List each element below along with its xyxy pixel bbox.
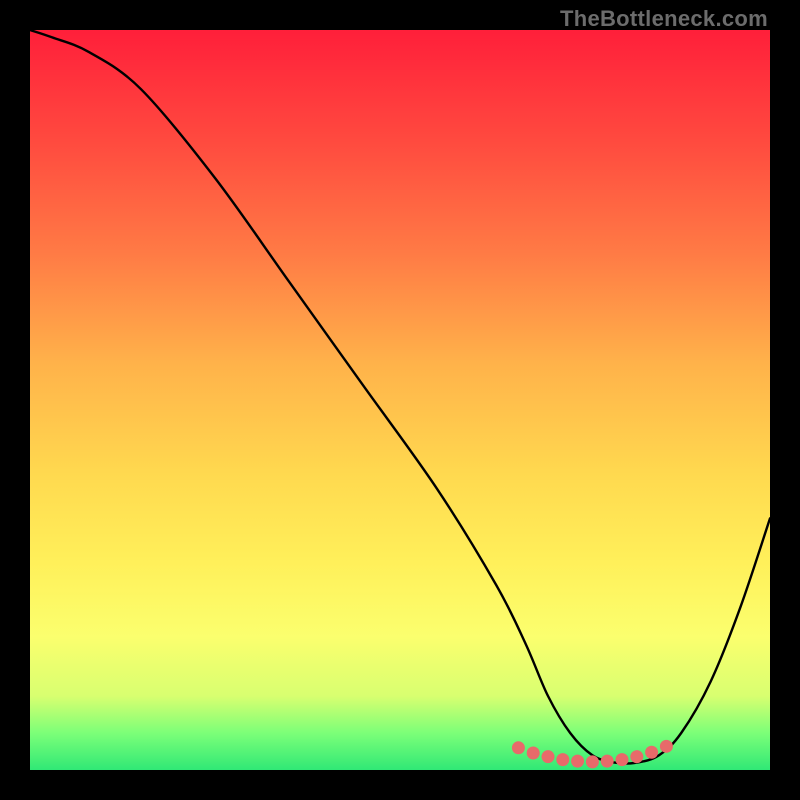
bottom-dot [542, 750, 555, 763]
plot-area [30, 30, 770, 770]
bottom-dot [527, 746, 540, 759]
bottom-dot [660, 740, 673, 753]
bottom-dot [586, 755, 599, 768]
curve-svg [30, 30, 770, 770]
bottom-dot [571, 755, 584, 768]
bottom-dot [630, 750, 643, 763]
bottleneck-curve [30, 30, 770, 764]
bottom-dot [601, 755, 614, 768]
chart-frame: TheBottleneck.com [0, 0, 800, 800]
watermark-text: TheBottleneck.com [560, 6, 768, 32]
bottom-dot [616, 753, 629, 766]
bottom-dot [556, 753, 569, 766]
bottom-dot [512, 741, 525, 754]
bottom-dot [645, 746, 658, 759]
